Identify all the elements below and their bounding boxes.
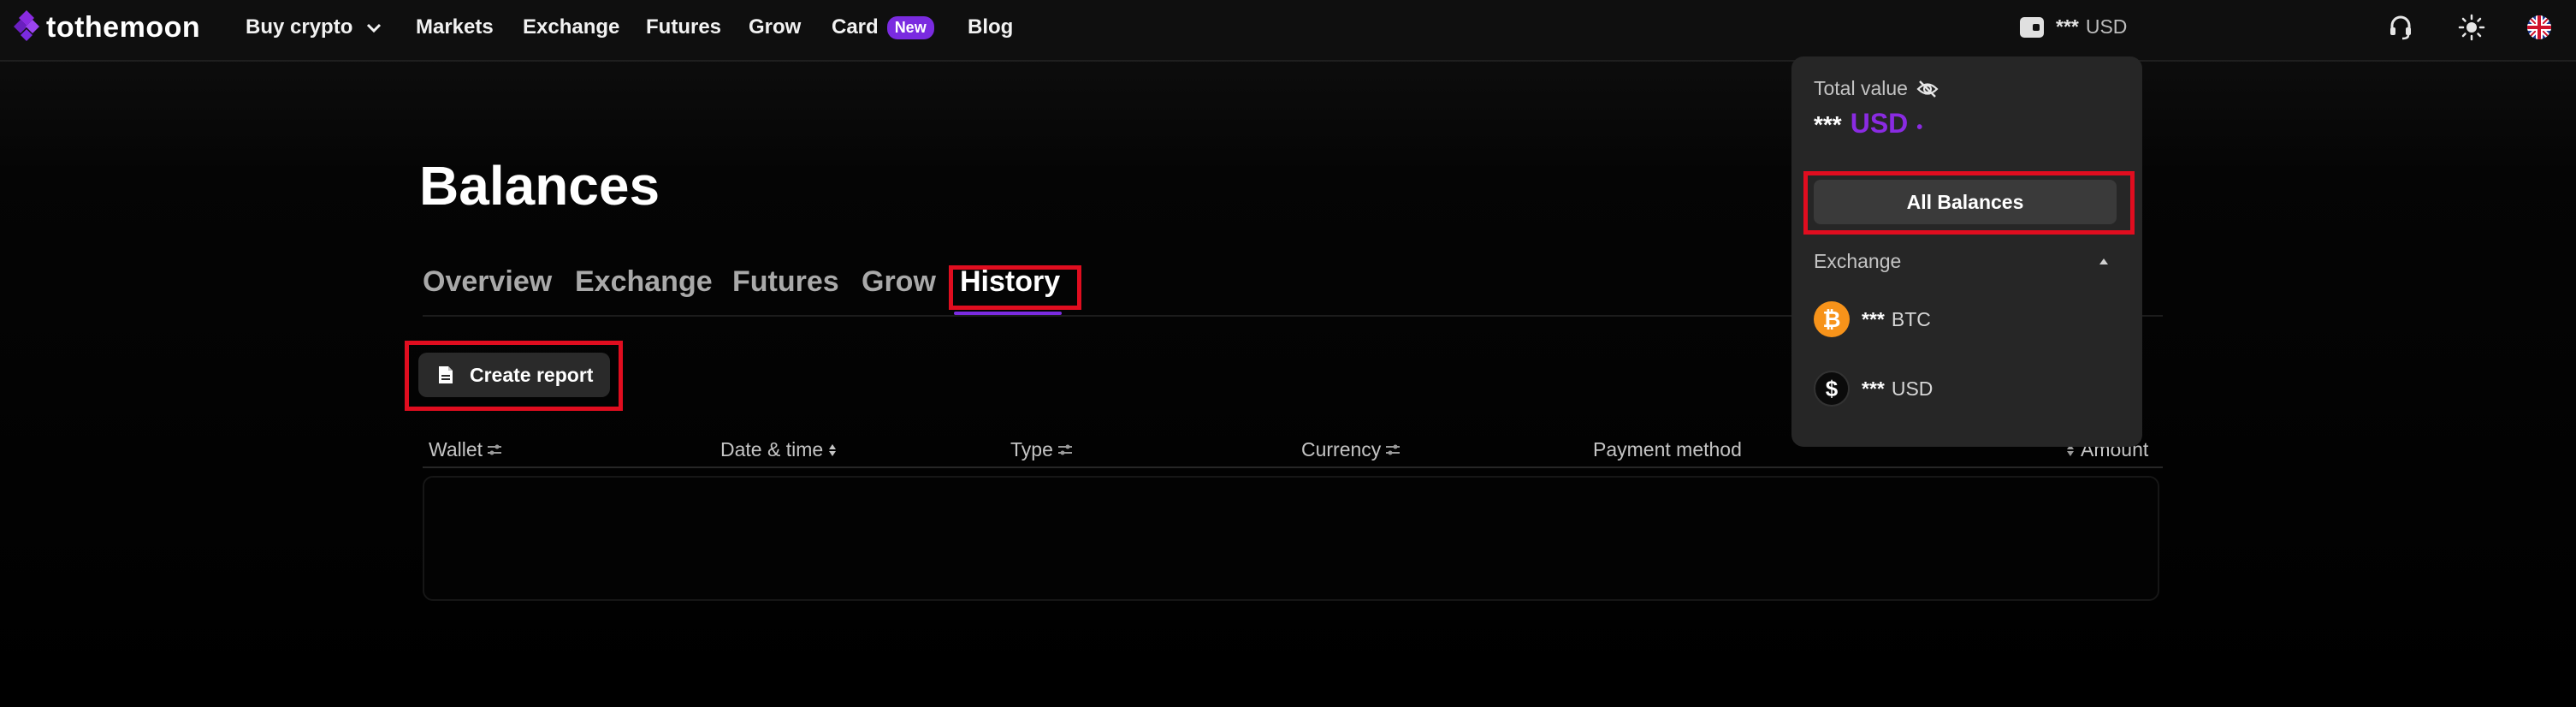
headset-support-icon[interactable] — [2387, 14, 2414, 41]
column-payment-method: Payment method — [1593, 438, 1742, 461]
nav-card-label: Card — [832, 15, 879, 39]
column-wallet-label: Wallet — [429, 438, 483, 460]
logo[interactable]: tothemoon — [14, 9, 200, 46]
logo-text: tothemoon — [46, 10, 201, 44]
asset-masked-value: *** — [1862, 377, 1885, 400]
top-nav: tothemoon Buy crypto Markets Exchange Fu… — [0, 0, 2576, 62]
column-wallet[interactable]: Wallet — [429, 438, 502, 461]
tab-futures[interactable]: Futures — [732, 265, 839, 299]
nav-grow-label: Grow — [749, 15, 802, 39]
nav-exchange[interactable]: Exchange — [523, 14, 619, 41]
nav-buy-crypto-label: Buy crypto — [246, 15, 353, 39]
table-header-divider — [423, 466, 2163, 468]
tab-grow[interactable]: Grow — [862, 265, 936, 299]
total-value: *** USD • — [1814, 108, 1922, 140]
wallet-summary[interactable]: *** USD — [2020, 15, 2127, 39]
tab-overview[interactable]: Overview — [423, 265, 552, 299]
column-date-time-label: Date & time — [720, 438, 824, 460]
total-value-text: Total value — [1814, 77, 1908, 99]
tab-exchange[interactable]: Exchange — [575, 265, 713, 299]
caret-up-icon — [2099, 258, 2108, 264]
column-currency[interactable]: Currency — [1301, 438, 1401, 461]
filter-icon — [1386, 444, 1401, 454]
empty-table-body — [423, 476, 2159, 601]
exchange-section-header[interactable]: Exchange — [1814, 250, 2117, 273]
dollar-icon: $ — [1814, 371, 1850, 407]
asset-masked-value: *** — [1862, 307, 1885, 330]
balances-dropdown: Total value *** USD • All Balances Excha… — [1791, 56, 2142, 447]
bitcoin-icon: ₿ — [1814, 301, 1850, 337]
column-type[interactable]: Type — [1010, 438, 1073, 461]
nav-futures-label: Futures — [646, 15, 722, 39]
highlight-create-report — [405, 341, 623, 411]
total-currency[interactable]: USD — [1851, 108, 1909, 140]
highlight-all-balances — [1803, 171, 2135, 235]
total-value-label: Total value — [1814, 77, 1939, 100]
sort-icon — [829, 443, 837, 456]
filter-icon — [1057, 444, 1072, 454]
asset-row-usd[interactable]: $ *** USD — [1814, 371, 1933, 407]
wallet-masked-value: *** — [2056, 15, 2079, 38]
nav-blog[interactable]: Blog — [968, 14, 1013, 41]
nav-card[interactable]: Card New — [832, 14, 934, 41]
asset-currency: USD — [1891, 377, 1933, 400]
column-payment-method-label: Payment method — [1593, 438, 1742, 460]
nav-exchange-label: Exchange — [523, 15, 620, 39]
new-badge: New — [886, 15, 934, 39]
wallet-currency: USD — [2085, 15, 2128, 38]
highlight-history-tab — [949, 265, 1081, 310]
nav-grow[interactable]: Grow — [749, 14, 801, 41]
currency-dropdown-indicator[interactable]: • — [1916, 118, 1922, 138]
asset-currency: BTC — [1891, 307, 1931, 330]
wallet-icon — [2020, 16, 2044, 38]
nav-blog-label: Blog — [968, 15, 1014, 39]
column-date-time[interactable]: Date & time — [720, 438, 838, 461]
page-title: Balances — [419, 155, 660, 217]
column-currency-label: Currency — [1301, 438, 1382, 460]
column-type-label: Type — [1010, 438, 1053, 460]
active-tab-indicator — [954, 312, 1062, 315]
eye-off-icon[interactable] — [1916, 80, 1939, 98]
nav-futures[interactable]: Futures — [646, 14, 721, 41]
sun-theme-icon[interactable] — [2458, 14, 2485, 41]
filter-icon — [488, 444, 502, 454]
nav-markets-label: Markets — [416, 15, 494, 39]
nav-markets[interactable]: Markets — [416, 14, 494, 41]
nav-buy-crypto[interactable]: Buy crypto — [246, 14, 383, 41]
chevron-down-icon — [367, 23, 382, 33]
uk-flag-language-icon[interactable] — [2526, 14, 2553, 41]
total-masked-value: *** — [1814, 111, 1842, 138]
logo-icon — [14, 10, 39, 41]
asset-row-btc[interactable]: ₿ *** BTC — [1814, 301, 1931, 337]
exchange-section-label: Exchange — [1814, 250, 1902, 272]
